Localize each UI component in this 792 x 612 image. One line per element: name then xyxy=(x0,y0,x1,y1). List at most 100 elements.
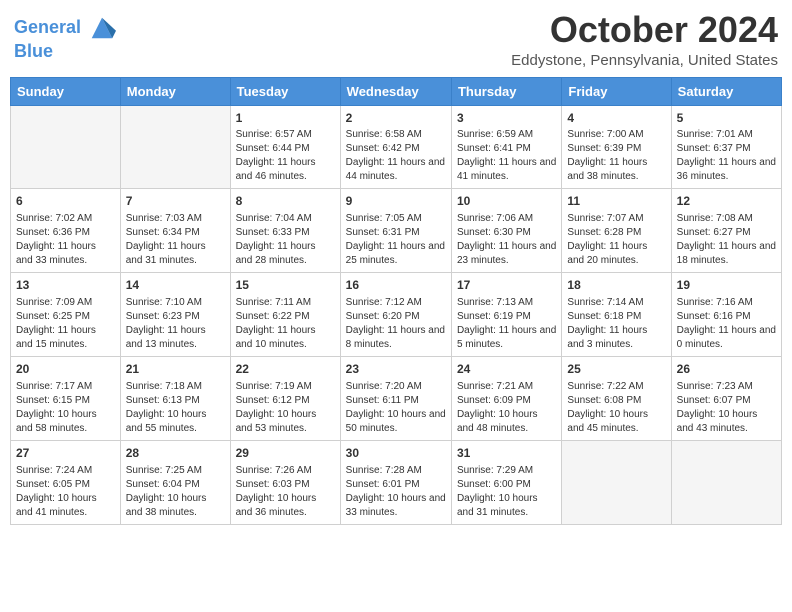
day-number: 13 xyxy=(16,277,115,294)
calendar-cell: 24 Sunrise: 7:21 AMSunset: 6:09 PMDayligh… xyxy=(451,356,561,440)
day-info: Sunrise: 7:06 AMSunset: 6:30 PMDaylight:… xyxy=(457,212,556,268)
day-info: Sunrise: 7:08 AMSunset: 6:27 PMDaylight:… xyxy=(677,212,776,268)
day-info: Sunrise: 7:24 AMSunset: 6:05 PMDaylight:… xyxy=(16,464,115,520)
day-info: Sunrise: 7:18 AMSunset: 6:13 PMDaylight:… xyxy=(126,380,225,436)
weekday-header-sunday: Sunday xyxy=(11,77,121,105)
calendar-cell xyxy=(671,440,781,524)
calendar-cell: 21Sunrise: 7:18 AMSunset: 6:13 PMDayligh… xyxy=(120,356,230,440)
day-info: Sunrise: 7:29 AMSunset: 6:00 PMDaylight:… xyxy=(457,464,556,520)
day-number: 18 xyxy=(567,277,665,294)
calendar-cell: 20Sunrise: 7:17 AMSunset: 6:15 PMDayligh… xyxy=(11,356,121,440)
day-number: 5 xyxy=(677,110,776,127)
day-number: 12 xyxy=(677,193,776,210)
calendar-cell: 23Sunrise: 7:20 AMSunset: 6:11 PMDayligh… xyxy=(340,356,451,440)
weekday-header-wednesday: Wednesday xyxy=(340,77,451,105)
day-info: Sunrise: 6:59 AMSunset: 6:41 PMDaylight:… xyxy=(457,128,556,184)
day-number: 14 xyxy=(126,277,225,294)
title-area: October 2024 Eddystone, Pennsylvania, Un… xyxy=(511,10,778,69)
day-number: 16 xyxy=(346,277,446,294)
calendar-table: SundayMondayTuesdayWednesdayThursdayFrid… xyxy=(10,77,782,525)
day-number: 19 xyxy=(677,277,776,294)
calendar-cell: 27 Sunrise: 7:24 AMSunset: 6:05 PMDayligh… xyxy=(11,440,121,524)
page-header: General Blue October 2024 Eddystone, Pen… xyxy=(10,10,782,69)
day-number: 1 xyxy=(236,110,335,127)
month-title: October 2024 xyxy=(511,10,778,50)
day-number: 29 xyxy=(236,445,335,462)
day-info: Sunrise: 7:05 AMSunset: 6:31 PMDaylight:… xyxy=(346,212,446,268)
day-info: Sunrise: 7:03 AMSunset: 6:34 PMDaylight:… xyxy=(126,212,225,268)
day-info: Sunrise: 7:21 AMSunset: 6:09 PMDaylight:… xyxy=(457,380,556,436)
day-number: 3 xyxy=(457,110,556,127)
calendar-cell: 28 Sunrise: 7:25 AMSunset: 6:04 PMDayligh… xyxy=(120,440,230,524)
weekday-header-monday: Monday xyxy=(120,77,230,105)
day-info: Sunrise: 7:25 AMSunset: 6:04 PMDaylight:… xyxy=(126,464,225,520)
logo-text: General xyxy=(14,14,116,42)
day-info: Sunrise: 7:14 AMSunset: 6:18 PMDaylight:… xyxy=(567,296,665,352)
calendar-cell xyxy=(120,105,230,189)
day-number: 2 xyxy=(346,110,446,127)
week-row-3: 13Sunrise: 7:09 AMSunset: 6:25 PMDayligh… xyxy=(11,273,782,357)
calendar-cell: 2Sunrise: 6:58 AMSunset: 6:42 PMDaylight… xyxy=(340,105,451,189)
day-number: 7 xyxy=(126,193,225,210)
weekday-header-friday: Friday xyxy=(562,77,671,105)
calendar-cell: 5Sunrise: 7:01 AMSunset: 6:37 PMDaylight… xyxy=(671,105,781,189)
calendar-cell: 18 Sunrise: 7:14 AMSunset: 6:18 PMDayligh… xyxy=(562,273,671,357)
day-info: Sunrise: 7:22 AMSunset: 6:08 PMDaylight:… xyxy=(567,380,665,436)
day-number: 28 xyxy=(126,445,225,462)
day-number: 4 xyxy=(567,110,665,127)
day-number: 6 xyxy=(16,193,115,210)
calendar-cell: 6 Sunrise: 7:02 AMSunset: 6:36 PMDaylight… xyxy=(11,189,121,273)
day-number: 23 xyxy=(346,361,446,378)
calendar-cell: 22Sunrise: 7:19 AMSunset: 6:12 PMDayligh… xyxy=(230,356,340,440)
day-number: 22 xyxy=(236,361,335,378)
calendar-cell: 30Sunrise: 7:28 AMSunset: 6:01 PMDayligh… xyxy=(340,440,451,524)
week-row-5: 27 Sunrise: 7:24 AMSunset: 6:05 PMDayligh… xyxy=(11,440,782,524)
calendar-cell: 15 Sunrise: 7:11 AMSunset: 6:22 PMDayligh… xyxy=(230,273,340,357)
day-info: Sunrise: 7:02 AMSunset: 6:36 PMDaylight:… xyxy=(16,212,115,268)
calendar-cell: 3Sunrise: 6:59 AMSunset: 6:41 PMDaylight… xyxy=(451,105,561,189)
day-number: 31 xyxy=(457,445,556,462)
week-row-2: 6 Sunrise: 7:02 AMSunset: 6:36 PMDaylight… xyxy=(11,189,782,273)
day-info: Sunrise: 7:07 AMSunset: 6:28 PMDaylight:… xyxy=(567,212,665,268)
day-number: 27 xyxy=(16,445,115,462)
day-info: Sunrise: 7:10 AMSunset: 6:23 PMDaylight:… xyxy=(126,296,225,352)
weekday-header-saturday: Saturday xyxy=(671,77,781,105)
calendar-cell: 8Sunrise: 7:04 AMSunset: 6:33 PMDaylight… xyxy=(230,189,340,273)
weekday-header-thursday: Thursday xyxy=(451,77,561,105)
calendar-cell: 26 Sunrise: 7:23 AMSunset: 6:07 PMDayligh… xyxy=(671,356,781,440)
day-info: Sunrise: 7:16 AMSunset: 6:16 PMDaylight:… xyxy=(677,296,776,352)
calendar-cell: 16 Sunrise: 7:12 AMSunset: 6:20 PMDayligh… xyxy=(340,273,451,357)
day-info: Sunrise: 6:58 AMSunset: 6:42 PMDaylight:… xyxy=(346,128,446,184)
calendar-cell: 11Sunrise: 7:07 AMSunset: 6:28 PMDayligh… xyxy=(562,189,671,273)
day-info: Sunrise: 7:13 AMSunset: 6:19 PMDaylight:… xyxy=(457,296,556,352)
day-info: Sunrise: 6:57 AMSunset: 6:44 PMDaylight:… xyxy=(236,128,335,184)
calendar-cell: 9 Sunrise: 7:05 AMSunset: 6:31 PMDaylight… xyxy=(340,189,451,273)
day-number: 24 xyxy=(457,361,556,378)
calendar-cell: 13Sunrise: 7:09 AMSunset: 6:25 PMDayligh… xyxy=(11,273,121,357)
calendar-cell: 12 Sunrise: 7:08 AMSunset: 6:27 PMDayligh… xyxy=(671,189,781,273)
week-row-4: 20Sunrise: 7:17 AMSunset: 6:15 PMDayligh… xyxy=(11,356,782,440)
weekday-header-tuesday: Tuesday xyxy=(230,77,340,105)
day-number: 9 xyxy=(346,193,446,210)
day-info: Sunrise: 7:11 AMSunset: 6:22 PMDaylight:… xyxy=(236,296,335,352)
logo: General Blue xyxy=(14,14,116,62)
day-number: 25 xyxy=(567,361,665,378)
calendar-cell: 10 Sunrise: 7:06 AMSunset: 6:30 PMDayligh… xyxy=(451,189,561,273)
day-number: 26 xyxy=(677,361,776,378)
day-number: 17 xyxy=(457,277,556,294)
day-number: 15 xyxy=(236,277,335,294)
day-info: Sunrise: 7:26 AMSunset: 6:03 PMDaylight:… xyxy=(236,464,335,520)
calendar-cell: 31 Sunrise: 7:29 AMSunset: 6:00 PMDayligh… xyxy=(451,440,561,524)
calendar-cell: 4Sunrise: 7:00 AMSunset: 6:39 PMDaylight… xyxy=(562,105,671,189)
day-number: 20 xyxy=(16,361,115,378)
day-number: 10 xyxy=(457,193,556,210)
calendar-cell: 17 Sunrise: 7:13 AMSunset: 6:19 PMDayligh… xyxy=(451,273,561,357)
calendar-cell: 1Sunrise: 6:57 AMSunset: 6:44 PMDaylight… xyxy=(230,105,340,189)
day-info: Sunrise: 7:00 AMSunset: 6:39 PMDaylight:… xyxy=(567,128,665,184)
day-info: Sunrise: 7:23 AMSunset: 6:07 PMDaylight:… xyxy=(677,380,776,436)
calendar-cell: 19 Sunrise: 7:16 AMSunset: 6:16 PMDayligh… xyxy=(671,273,781,357)
day-info: Sunrise: 7:04 AMSunset: 6:33 PMDaylight:… xyxy=(236,212,335,268)
logo-subtext: Blue xyxy=(14,42,116,62)
location: Eddystone, Pennsylvania, United States xyxy=(511,52,778,69)
day-info: Sunrise: 7:12 AMSunset: 6:20 PMDaylight:… xyxy=(346,296,446,352)
